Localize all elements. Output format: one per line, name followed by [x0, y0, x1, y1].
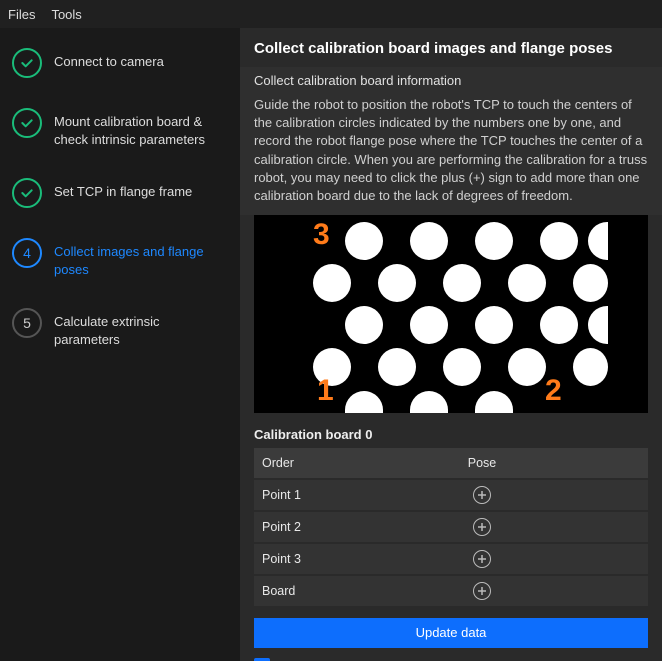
check-icon: [12, 178, 42, 208]
row-order: Point 1: [254, 488, 316, 502]
content-panel: Collect calibration board images and fla…: [240, 28, 662, 661]
step-calculate-extrinsic[interactable]: 5 Calculate extrinsic parameters: [12, 308, 228, 348]
add-pose-button[interactable]: [473, 518, 491, 536]
step-set-tcp[interactable]: Set TCP in flange frame: [12, 178, 228, 208]
check-icon: [12, 108, 42, 138]
step-label: Collect images and flange poses: [54, 238, 228, 278]
row-order: Point 2: [254, 520, 316, 534]
table-row: Point 2: [254, 512, 648, 542]
calibration-board-preview: 3 1 2: [254, 215, 648, 413]
header-pose: Pose: [316, 456, 648, 470]
menu-tools[interactable]: Tools: [51, 7, 81, 22]
step-label: Mount calibration board & check intrinsi…: [54, 108, 228, 148]
menu-bar: Files Tools: [0, 0, 662, 28]
update-data-button[interactable]: Update data: [254, 618, 648, 648]
page-title: Collect calibration board images and fla…: [240, 28, 662, 67]
menu-files[interactable]: Files: [8, 7, 35, 22]
step-number-icon: 4: [12, 238, 42, 268]
step-label: Calculate extrinsic parameters: [54, 308, 228, 348]
section-subheader: Collect calibration board information: [240, 67, 662, 92]
check-icon: [12, 48, 42, 78]
add-pose-button[interactable]: [473, 582, 491, 600]
preview-number-3: 3: [313, 218, 330, 252]
table-row: Point 1: [254, 480, 648, 510]
step-number-icon: 5: [12, 308, 42, 338]
preview-number-1: 1: [317, 374, 334, 408]
table-row: Point 3: [254, 544, 648, 574]
header-order: Order: [254, 456, 316, 470]
row-order: Board: [254, 584, 316, 598]
row-order: Point 3: [254, 552, 316, 566]
main-layout: Connect to camera Mount calibration boar…: [0, 28, 662, 661]
calibration-board-label: Calibration board 0: [240, 423, 662, 448]
step-collect-images[interactable]: 4 Collect images and flange poses: [12, 238, 228, 278]
add-pose-button[interactable]: [473, 550, 491, 568]
step-label: Connect to camera: [54, 48, 164, 71]
table-row: Board: [254, 576, 648, 606]
step-connect-camera[interactable]: Connect to camera: [12, 48, 228, 78]
save-images-row: Save images: [240, 654, 662, 661]
steps-sidebar: Connect to camera Mount calibration boar…: [0, 28, 240, 661]
table-header: Order Pose: [254, 448, 648, 478]
step-mount-board[interactable]: Mount calibration board & check intrinsi…: [12, 108, 228, 148]
add-pose-button[interactable]: [473, 486, 491, 504]
pose-table: Order Pose Point 1 Point 2 Point 3 Board: [240, 448, 662, 606]
content-scroll[interactable]: Collect calibration board information Gu…: [240, 67, 662, 661]
preview-number-2: 2: [545, 374, 562, 408]
section-description: Guide the robot to position the robot's …: [240, 92, 662, 215]
step-label: Set TCP in flange frame: [54, 178, 192, 201]
